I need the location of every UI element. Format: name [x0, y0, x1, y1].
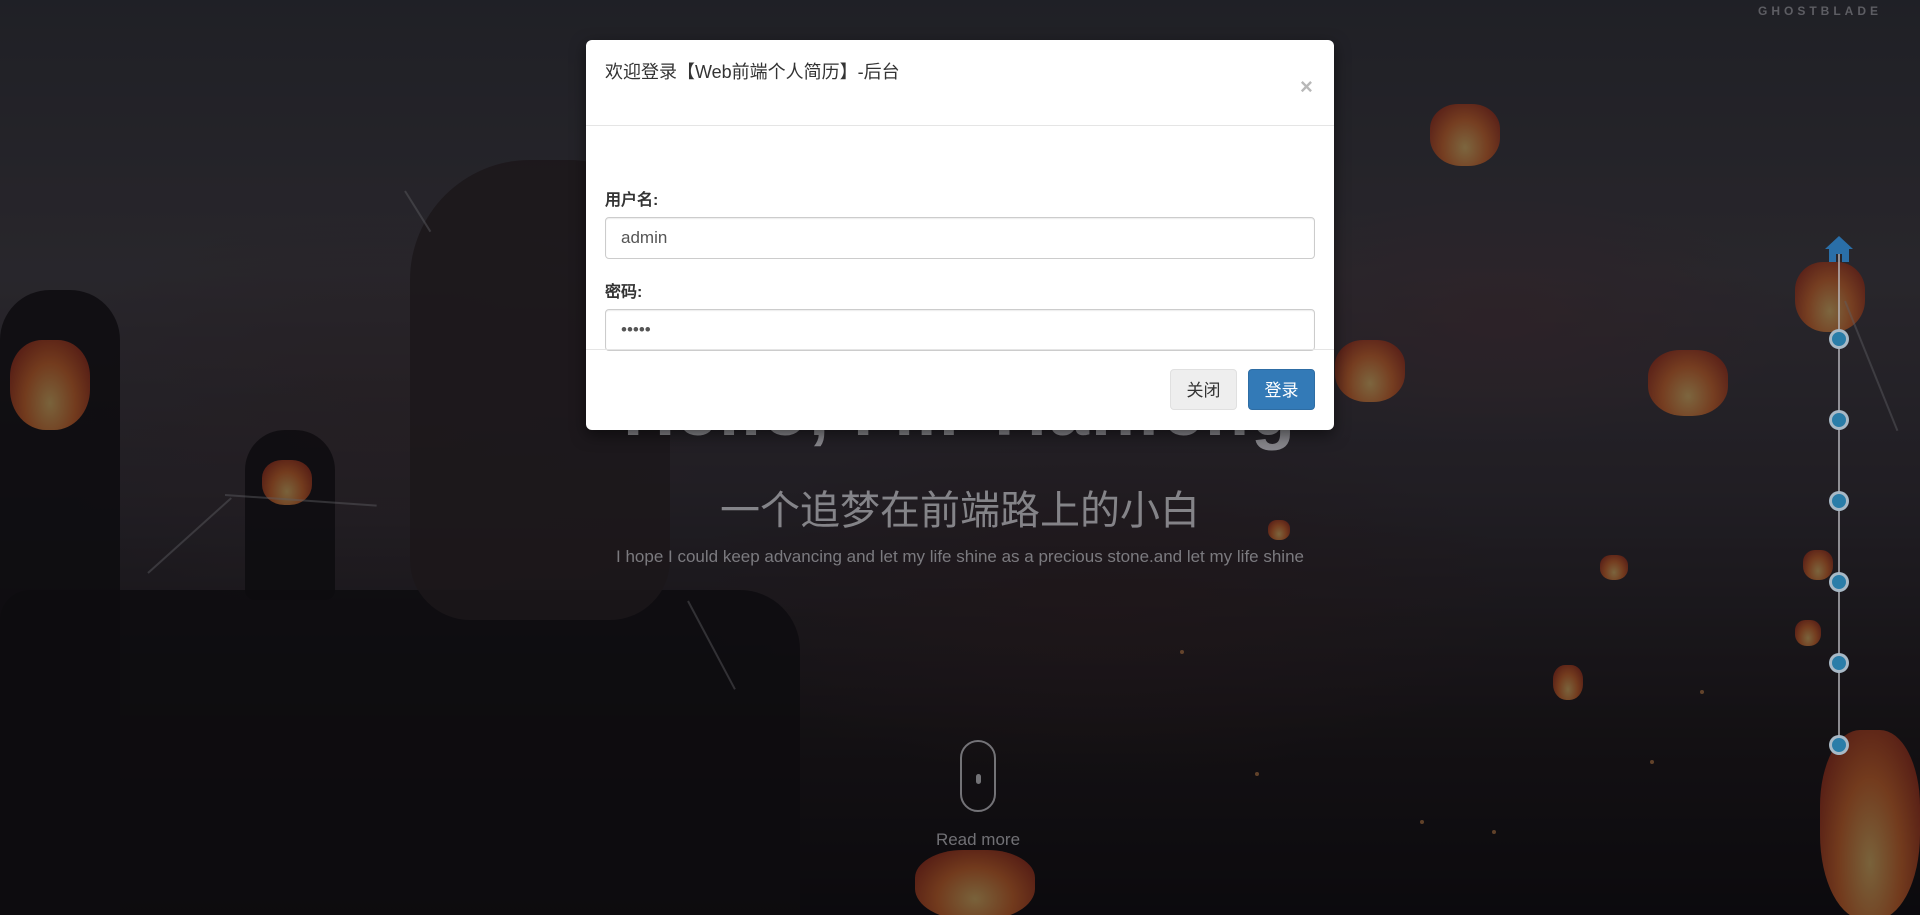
hero-tagline: I hope I could keep advancing and let my… [616, 547, 1304, 566]
nav-dot-4[interactable] [1829, 572, 1849, 592]
nav-dot-6[interactable] [1829, 735, 1849, 755]
mouse-wheel [976, 774, 981, 784]
scroll-mouse-icon[interactable] [960, 740, 996, 812]
nav-dot-1[interactable] [1829, 329, 1849, 349]
home-icon[interactable] [1822, 232, 1856, 266]
login-modal: 欢迎登录【Web前端个人简历】-后台 × 用户名: 密码: 关闭 登录 [586, 40, 1334, 430]
nav-dot-2[interactable] [1829, 410, 1849, 430]
modal-footer-divider [586, 349, 1334, 350]
nav-dot-3[interactable] [1829, 491, 1849, 511]
username-label: 用户名: [605, 192, 659, 209]
hero-subtitle: 一个追梦在前端路上的小白 [720, 489, 1200, 533]
page: Hello, I'm Tianfeng 一个追梦在前端路上的小白 I hope … [0, 0, 1920, 915]
nav-dot-5[interactable] [1829, 653, 1849, 673]
login-button[interactable]: 登录 [1248, 369, 1315, 410]
modal-title: 欢迎登录【Web前端个人简历】-后台 [605, 62, 900, 82]
username-input[interactable] [605, 217, 1315, 259]
read-more-link[interactable]: Read more [0, 830, 1920, 850]
password-input[interactable] [605, 309, 1315, 351]
brand-logo: GHOSTBLADE [1758, 4, 1882, 18]
home-icon-svg [1825, 236, 1853, 262]
close-icon[interactable]: × [1300, 76, 1313, 98]
modal-header: 欢迎登录【Web前端个人简历】-后台 × [586, 40, 1334, 126]
close-button[interactable]: 关闭 [1170, 369, 1237, 410]
password-label: 密码: [605, 284, 643, 301]
